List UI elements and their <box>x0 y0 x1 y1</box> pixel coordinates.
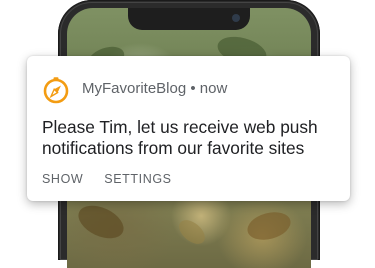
settings-button[interactable]: SETTINGS <box>104 172 171 186</box>
compass-icon <box>42 76 70 104</box>
show-button[interactable]: SHOW <box>42 172 83 186</box>
notification-header: MyFavoriteBlog • now <box>82 80 227 97</box>
notification-time: now <box>199 80 228 97</box>
notification-actions: SHOW SETTINGS <box>42 172 172 186</box>
camera-icon <box>232 14 240 22</box>
app-name: MyFavoriteBlog <box>82 80 187 97</box>
notification-message: Please Tim, let us receive web push noti… <box>42 117 318 158</box>
push-notification-card[interactable]: MyFavoriteBlog • now Please Tim, let us … <box>27 56 350 201</box>
header-separator: • <box>186 80 200 97</box>
